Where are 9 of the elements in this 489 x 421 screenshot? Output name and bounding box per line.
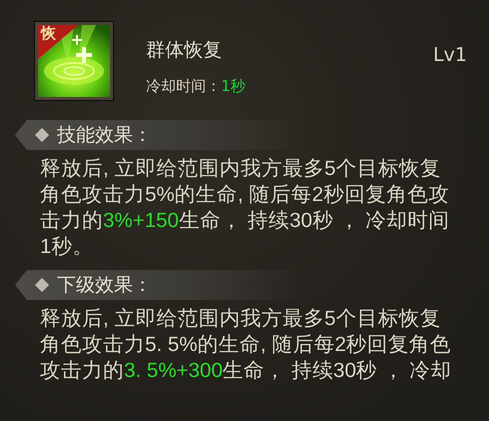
cooldown-label: 冷却时间： [146, 77, 221, 95]
skill-name: 群体恢复 [146, 38, 223, 63]
section-title: 技能效果： [57, 123, 152, 148]
effect-description: 释放后, 立即给范围内我方最多5个目标恢复角色攻击力5%的生命, 随后每2秒回复角色攻击力的3%+150生命， 持续30秒 ， 冷却时间1秒。 [40, 156, 451, 260]
effect-description: 释放后, 立即给范围内我方最多5个目标恢复角色攻击力5. 5%的生命, 随后每2秒回复角色攻击力的3. 5%+300生命， 持续30秒 ， 冷却 [40, 306, 452, 384]
skill-level: Lv1 [433, 44, 467, 66]
section-title: 下级效果： [57, 273, 152, 298]
badge-label: 恢 [41, 26, 56, 41]
cooldown-value: 1秒 [221, 77, 246, 95]
